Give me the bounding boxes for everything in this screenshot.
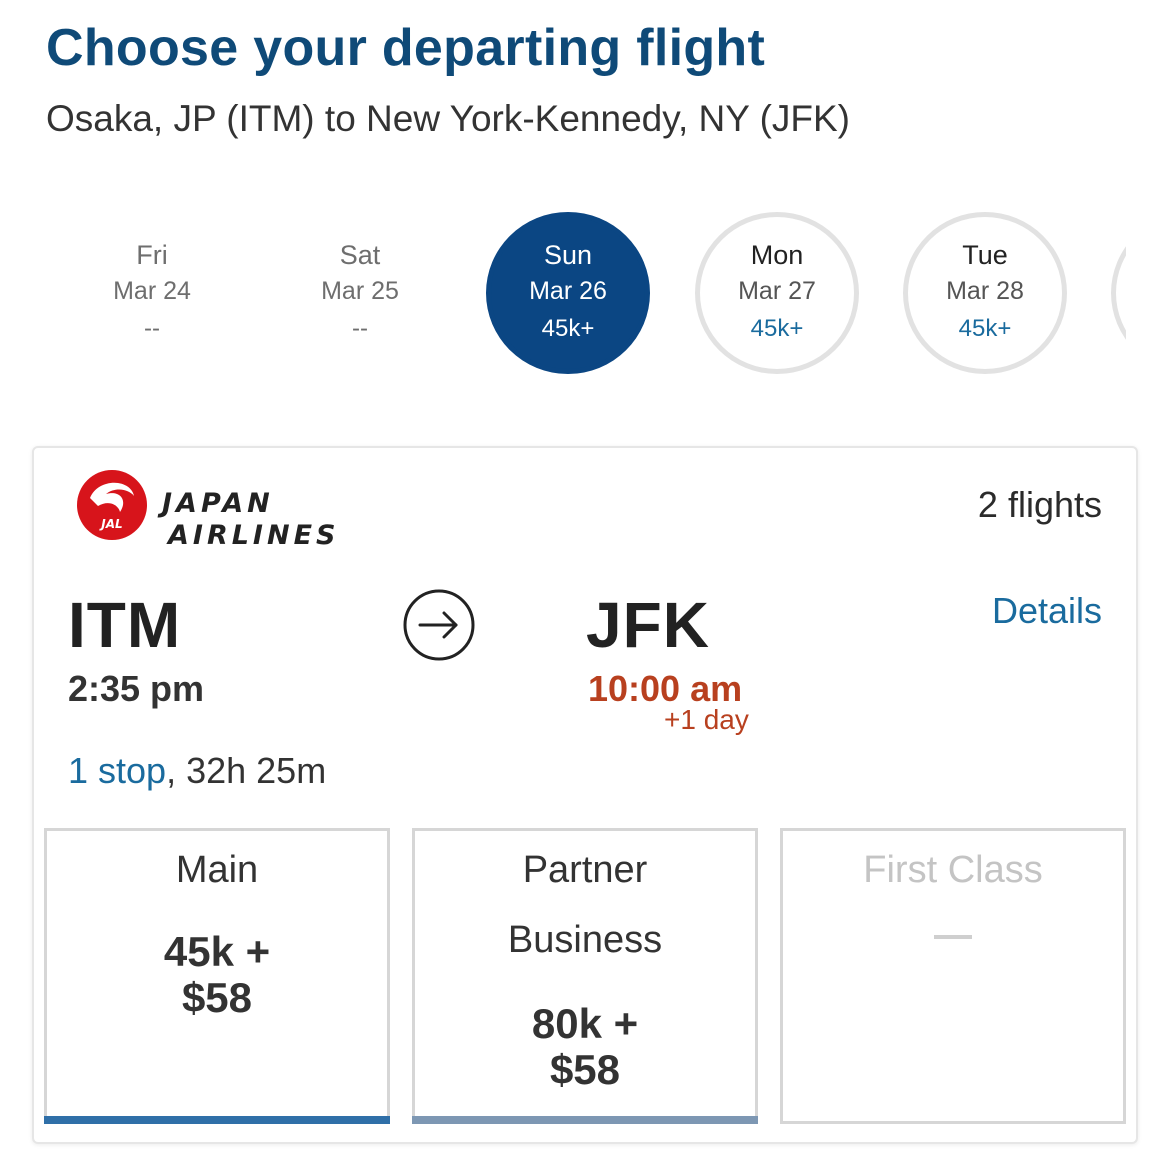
date-day: Mar 26 bbox=[529, 277, 607, 305]
date-option-next-partial[interactable] bbox=[1111, 212, 1126, 374]
departure-time: 2:35 pm bbox=[68, 668, 205, 709]
date-day: Mar 28 bbox=[946, 277, 1024, 305]
date-option-fri-mar-24[interactable]: Fri Mar 24 -- bbox=[70, 212, 234, 374]
page-title: Choose your departing flight bbox=[46, 19, 766, 77]
date-weekday: Mon bbox=[750, 240, 804, 270]
date-weekday: Sat bbox=[339, 240, 381, 270]
date-weekday: Tue bbox=[962, 240, 1008, 270]
fare-unavailable-dash bbox=[934, 935, 972, 939]
date-option-sun-mar-26[interactable]: Sun Mar 26 45k+ bbox=[486, 212, 650, 374]
flight-duration: , 32h 25m bbox=[166, 750, 327, 791]
arrival-day-offset: +1 day bbox=[664, 704, 749, 735]
airline-name-line1: JAPAN bbox=[162, 488, 274, 519]
date-price: -- bbox=[352, 315, 368, 342]
fare-price-points: 80k + bbox=[531, 1000, 639, 1047]
date-option-sat-mar-25[interactable]: Sat Mar 25 -- bbox=[278, 212, 442, 374]
fare-price-cash: $58 bbox=[549, 1046, 621, 1093]
stops-duration: 1 stop, 32h 25m bbox=[68, 750, 326, 792]
date-day: Mar 25 bbox=[321, 277, 399, 305]
fare-accent-bar bbox=[44, 1116, 390, 1124]
fare-option-first-class: First Class bbox=[780, 828, 1126, 1124]
fare-price-cash: $58 bbox=[181, 974, 253, 1021]
date-weekday: Fri bbox=[136, 240, 168, 270]
flight-selection-page: Choose your departing flight Osaka, JP (… bbox=[0, 0, 1170, 1170]
route-subtitle: Osaka, JP (ITM) to New York-Kennedy, NY … bbox=[46, 98, 850, 139]
date-price: 45k+ bbox=[541, 315, 595, 342]
jal-logo-text: JAL bbox=[99, 517, 122, 531]
airline-name-line2: AIRLINES bbox=[168, 520, 340, 551]
date-price: 45k+ bbox=[750, 315, 804, 342]
stops-link[interactable]: 1 stop bbox=[68, 750, 166, 791]
origin-airport-code: ITM bbox=[68, 589, 182, 661]
airline-logo: JAL JAPAN AIRLINES bbox=[72, 468, 392, 551]
fare-name-line2: Business bbox=[507, 919, 663, 961]
arrow-right-circle-icon bbox=[403, 589, 475, 661]
fare-option-main[interactable]: Main 45k + $58 bbox=[44, 828, 390, 1124]
date-option-tue-mar-28[interactable]: Tue Mar 28 45k+ bbox=[903, 212, 1067, 374]
fare-name: Main bbox=[175, 849, 259, 891]
jal-crane-icon: JAL bbox=[77, 470, 147, 540]
fare-name: First Class bbox=[863, 849, 1043, 891]
fare-name-line1: Partner bbox=[522, 849, 648, 891]
date-day: Mar 27 bbox=[738, 277, 816, 305]
date-option-mon-mar-27[interactable]: Mon Mar 27 45k+ bbox=[695, 212, 859, 374]
details-link[interactable]: Details bbox=[992, 590, 1102, 632]
date-price: 45k+ bbox=[958, 315, 1012, 342]
date-day: Mar 24 bbox=[113, 277, 191, 305]
date-price: -- bbox=[144, 315, 160, 342]
destination-airport-code: JFK bbox=[586, 589, 710, 661]
flight-card: JAL JAPAN AIRLINES 2 flights ITM JFK Det… bbox=[32, 446, 1138, 1144]
flights-count: 2 flights bbox=[977, 484, 1102, 525]
date-selector: Fri Mar 24 -- Sat Mar 25 -- Sun Mar 26 4… bbox=[0, 210, 1126, 378]
date-weekday: Sun bbox=[543, 240, 593, 270]
fare-price-points: 45k + bbox=[163, 928, 271, 975]
fare-accent-bar bbox=[412, 1116, 758, 1124]
fare-option-partner-business[interactable]: Partner Business 80k + $58 bbox=[412, 828, 758, 1124]
